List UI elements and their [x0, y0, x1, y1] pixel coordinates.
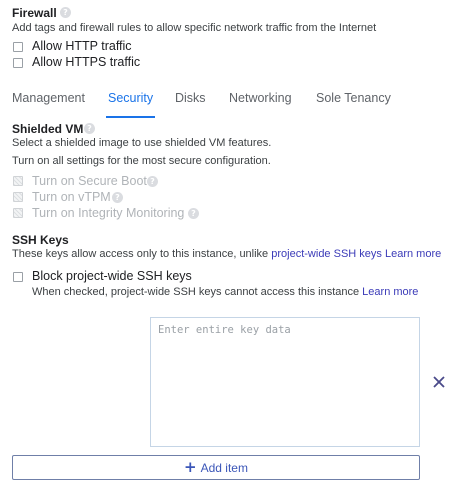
add-item-label: Add item: [200, 460, 248, 475]
firewall-title: Firewall: [12, 6, 57, 20]
ssh-keys-description: These keys allow access only to this ins…: [12, 248, 269, 260]
project-wide-ssh-keys-link[interactable]: project-wide SSH keys: [271, 248, 382, 260]
shielded-vm-title: Shielded VM: [12, 122, 84, 136]
ssh-key-input[interactable]: [151, 318, 419, 446]
ssh-key-input-box: [150, 317, 420, 447]
tab-sole-tenancy[interactable]: Sole Tenancy: [316, 91, 391, 105]
allow-https-checkbox[interactable]: [13, 58, 23, 68]
allow-http-label[interactable]: Allow HTTP traffic: [32, 39, 132, 53]
tab-security[interactable]: Security: [108, 91, 153, 105]
integrity-monitoring-label: Turn on Integrity Monitoring: [32, 206, 185, 220]
tab-management[interactable]: Management: [12, 91, 85, 105]
active-tab-indicator: [106, 116, 155, 118]
shielded-vm-help-icon[interactable]: [84, 123, 95, 134]
secure-boot-checkbox[interactable]: [13, 176, 23, 186]
allow-https-label[interactable]: Allow HTTPS traffic: [32, 55, 140, 69]
block-project-ssh-keys-checkbox[interactable]: [13, 272, 23, 282]
firewall-help-icon[interactable]: [60, 7, 71, 18]
tab-networking[interactable]: Networking: [229, 91, 292, 105]
plus-icon: +: [184, 458, 197, 476]
shielded-vm-description: Select a shielded image to use shielded …: [12, 137, 272, 149]
vtpm-label: Turn on vTPM: [32, 190, 111, 204]
vtpm-checkbox[interactable]: [13, 192, 23, 202]
ssh-keys-description-row: These keys allow access only to this ins…: [12, 248, 441, 260]
ssh-keys-title: SSH Keys: [12, 233, 69, 247]
firewall-description: Add tags and firewall rules to allow spe…: [12, 22, 377, 34]
close-icon[interactable]: [431, 374, 447, 390]
secure-boot-label: Turn on Secure Boot: [32, 174, 147, 188]
tab-disks[interactable]: Disks: [175, 91, 206, 105]
block-project-ssh-keys-label[interactable]: Block project-wide SSH keys: [32, 269, 192, 283]
allow-http-checkbox[interactable]: [13, 42, 23, 52]
ssh-keys-learn-more-link[interactable]: Learn more: [385, 248, 441, 260]
integrity-monitoring-checkbox[interactable]: [13, 208, 23, 218]
block-ssh-learn-more-link[interactable]: Learn more: [362, 286, 418, 298]
add-item-button[interactable]: + Add item: [12, 455, 420, 480]
secure-boot-help-icon[interactable]: [147, 176, 158, 187]
block-ssh-help-text: When checked, project-wide SSH keys cann…: [32, 286, 360, 298]
vtpm-help-icon[interactable]: [112, 192, 123, 203]
integrity-monitoring-help-icon[interactable]: [188, 208, 199, 219]
shielded-vm-note: Turn on all settings for the most secure…: [12, 155, 271, 167]
block-ssh-help-row: When checked, project-wide SSH keys cann…: [32, 286, 418, 298]
